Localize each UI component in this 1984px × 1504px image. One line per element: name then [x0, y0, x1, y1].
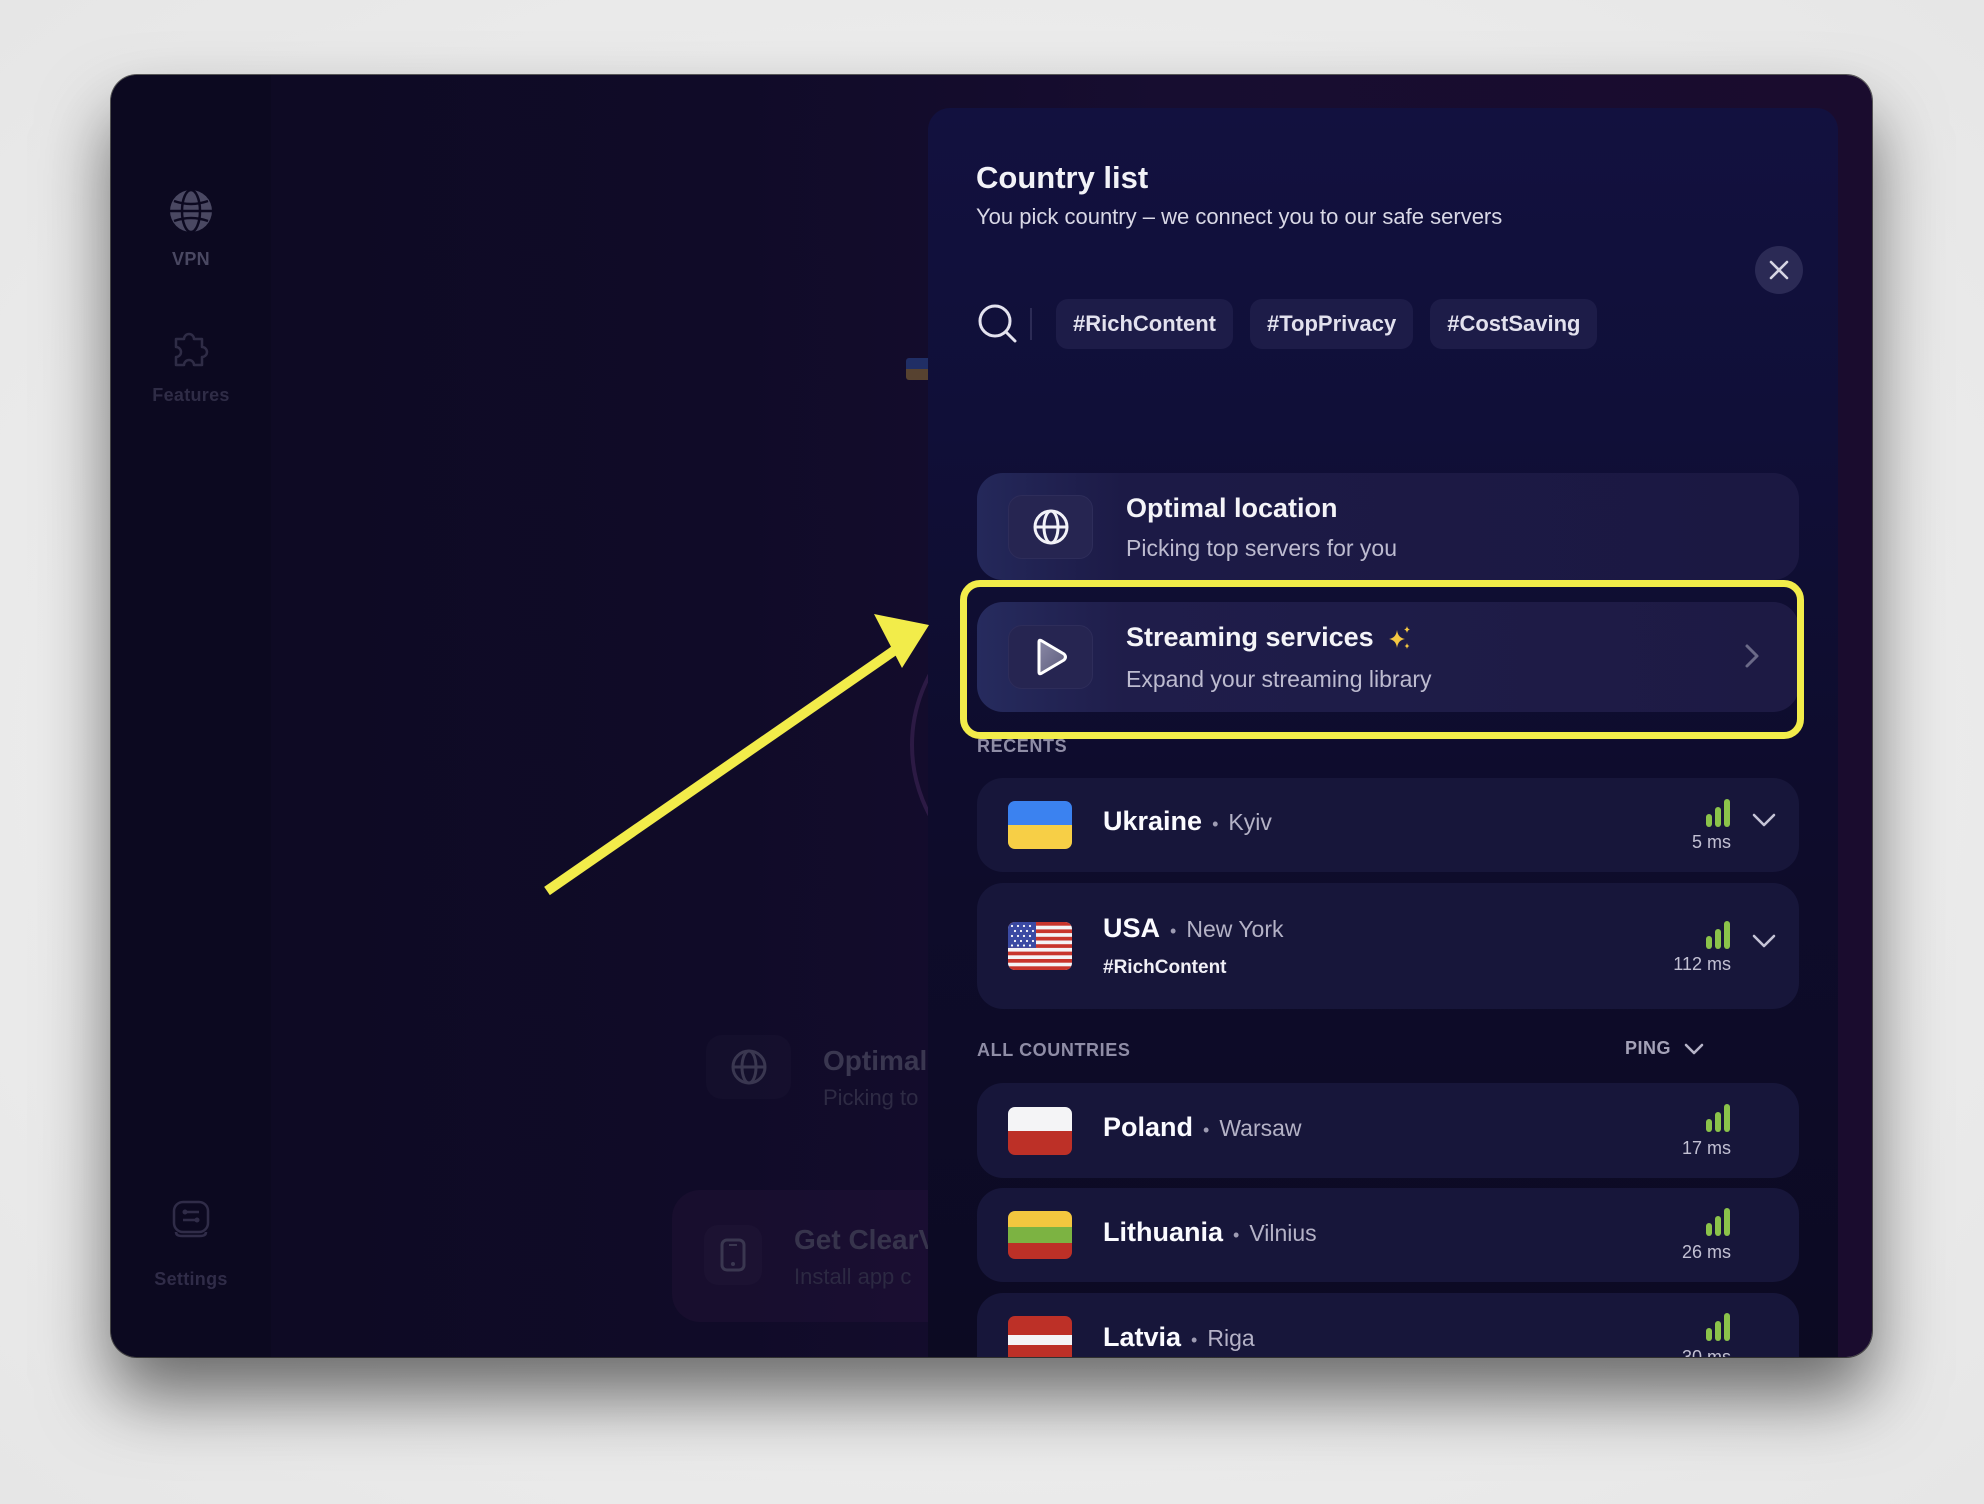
search-icon — [978, 304, 1017, 343]
settings-sliders-icon — [172, 1200, 210, 1238]
recents-section-label: RECENTS — [977, 736, 1068, 756]
sort-by-ping-dropdown[interactable]: PING — [1625, 1038, 1705, 1059]
globe-icon — [170, 188, 212, 234]
filter-chip-costsaving[interactable]: #CostSaving — [1430, 299, 1598, 349]
signal-strength-icon — [1706, 921, 1730, 949]
separator-dot: • — [1191, 1330, 1198, 1350]
country-name: Lithuania — [1103, 1217, 1223, 1247]
separator-dot: • — [1170, 921, 1177, 941]
phone-icon — [720, 1238, 746, 1272]
puzzle-icon — [174, 332, 209, 367]
close-button[interactable] — [1755, 246, 1803, 294]
country-name-line: Latvia • Riga — [1103, 1322, 1255, 1353]
filter-chip-richcontent[interactable]: #RichContent — [1056, 299, 1233, 349]
play-icon — [1037, 638, 1067, 676]
optimal-location-card[interactable]: Optimal location Picking top servers for… — [977, 473, 1799, 580]
globe-icon — [731, 1049, 766, 1085]
sidebar: VPN Features Settings — [111, 75, 271, 1357]
latvia-flag-icon — [1008, 1316, 1072, 1357]
optimal-icon-box — [1008, 495, 1093, 559]
country-list-panel: Country list You pick country – we conne… — [928, 108, 1838, 1357]
recent-country-row[interactable]: USA • New York #RichContent 112 ms — [977, 883, 1799, 1009]
signal-strength-icon — [1706, 799, 1730, 827]
sidebar-item-label: Features — [152, 385, 230, 405]
usa-flag-icon — [1008, 922, 1072, 970]
city-name: Riga — [1207, 1325, 1255, 1351]
ping-value: 30 ms — [1681, 1347, 1731, 1357]
country-row[interactable]: Latvia • Riga 30 ms — [977, 1293, 1799, 1357]
background-optimal-location-card: Optimal Picking to — [706, 1035, 966, 1145]
sidebar-item-label: Settings — [154, 1269, 228, 1289]
close-icon — [1769, 260, 1789, 280]
country-name: Poland — [1103, 1112, 1194, 1142]
recent-country-row[interactable]: Ukraine • Kyiv 5 ms — [977, 778, 1799, 872]
sidebar-item-settings[interactable]: Settings — [111, 1199, 271, 1290]
country-name-line: Lithuania • Vilnius — [1103, 1217, 1317, 1248]
panel-title: Country list — [976, 160, 1149, 195]
country-name: Latvia — [1103, 1322, 1182, 1352]
sidebar-item-vpn[interactable]: VPN — [111, 187, 271, 270]
sort-label: PING — [1625, 1038, 1672, 1058]
streaming-services-title-row: Streaming services — [1126, 622, 1414, 653]
city-name: New York — [1186, 916, 1284, 942]
search-filter-row: #RichContent #TopPrivacy #CostSaving — [976, 298, 1614, 350]
city-name: Kyiv — [1228, 809, 1272, 835]
ukraine-flag-icon — [1008, 801, 1072, 849]
ping-value: 26 ms — [1681, 1242, 1731, 1262]
country-name-line: Poland • Warsaw — [1103, 1112, 1302, 1143]
panel-subtitle: You pick country – we connect you to our… — [976, 204, 1503, 229]
separator-dot: • — [1212, 814, 1219, 834]
filter-chip-topprivacy[interactable]: #TopPrivacy — [1250, 299, 1414, 349]
globe-icon — [1033, 509, 1068, 545]
chevron-down-icon[interactable] — [1751, 812, 1777, 828]
ping-value: 17 ms — [1681, 1138, 1731, 1158]
background-optimal-title: Optimal — [823, 1045, 928, 1076]
country-tag: #RichContent — [1103, 957, 1227, 978]
signal-strength-icon — [1706, 1104, 1730, 1132]
ping-value: 112 ms — [1673, 954, 1731, 974]
separator-dot: • — [1203, 1120, 1210, 1140]
signal-strength-icon — [1706, 1208, 1730, 1236]
optimal-location-subtitle: Picking top servers for you — [1126, 535, 1398, 561]
sparkle-icon — [1388, 625, 1410, 649]
ping-value: 5 ms — [1691, 832, 1731, 852]
chevron-right-icon — [1745, 644, 1759, 668]
optimal-location-title: Optimal location — [1126, 493, 1338, 523]
all-countries-section-label: ALL COUNTRIES — [977, 1040, 1131, 1060]
separator-dot: • — [1233, 1225, 1240, 1245]
country-name-line: USA • New York — [1103, 913, 1284, 944]
chevron-down-icon — [1684, 1043, 1704, 1054]
signal-strength-icon — [1706, 1313, 1730, 1341]
country-row[interactable]: Lithuania • Vilnius 26 ms — [977, 1188, 1799, 1282]
streaming-services-title: Streaming services — [1126, 622, 1374, 652]
sidebar-item-label: VPN — [172, 249, 210, 269]
background-optimal-subtitle: Picking to — [823, 1085, 919, 1110]
streaming-services-subtitle: Expand your streaming library — [1126, 666, 1432, 692]
chevron-down-icon[interactable] — [1751, 933, 1777, 949]
country-name-line: Ukraine • Kyiv — [1103, 806, 1272, 837]
country-name: USA — [1103, 913, 1161, 943]
search-divider — [1030, 308, 1032, 340]
city-name: Warsaw — [1219, 1115, 1302, 1141]
country-row[interactable]: Poland • Warsaw 17 ms — [977, 1083, 1799, 1178]
background-getapp-subtitle: Install app c — [794, 1264, 912, 1289]
country-name: Ukraine — [1103, 806, 1203, 836]
poland-flag-icon — [1008, 1107, 1072, 1155]
sidebar-item-features[interactable]: Features — [111, 325, 271, 406]
city-name: Vilnius — [1249, 1220, 1317, 1246]
streaming-icon-box — [1008, 625, 1093, 689]
app-window: VPN Features Settings Optimal Picking to… — [111, 75, 1872, 1357]
streaming-services-card[interactable]: Streaming services Expand your streaming… — [977, 602, 1799, 712]
background-getapp-title: Get ClearV — [794, 1224, 938, 1255]
search-button[interactable] — [976, 302, 1020, 346]
lithuania-flag-icon — [1008, 1211, 1072, 1259]
